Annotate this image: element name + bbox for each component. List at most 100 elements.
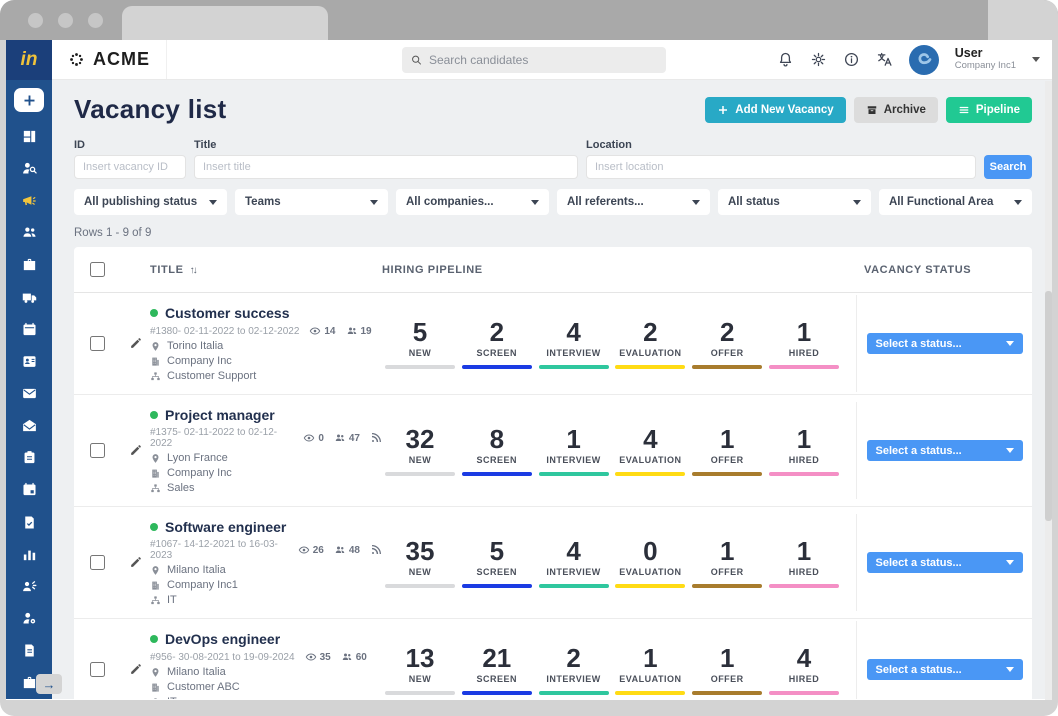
chevron-down-icon <box>1006 560 1014 565</box>
window-dot-2[interactable] <box>58 13 73 28</box>
user-name: User <box>955 47 1016 61</box>
window-dot-1[interactable] <box>28 13 43 28</box>
row-checkbox[interactable] <box>90 555 105 570</box>
sidebar-item-reports[interactable] <box>6 538 52 570</box>
companies-dropdown[interactable]: All companies... <box>396 189 549 215</box>
info-icon[interactable] <box>843 51 860 68</box>
stage-count: 5 <box>382 319 458 345</box>
vacancy-title[interactable]: DevOps engineer <box>165 631 280 647</box>
location-pin-icon <box>150 667 161 678</box>
stage-count: 1 <box>766 538 842 564</box>
app-logo[interactable]: in <box>6 40 52 80</box>
add-new-vacancy-label: Add New Vacancy <box>735 104 833 116</box>
select-all-checkbox[interactable] <box>90 262 105 277</box>
chevron-down-icon[interactable] <box>1032 57 1040 62</box>
sidebar-item-user-settings[interactable] <box>6 602 52 634</box>
window-dot-3[interactable] <box>88 13 103 28</box>
stage-label: EVALUATION <box>612 455 688 465</box>
stage-label: OFFER <box>689 674 765 684</box>
location-input[interactable] <box>586 155 976 179</box>
sidebar-item-candidate-search[interactable] <box>6 153 52 185</box>
edit-button[interactable] <box>120 337 150 350</box>
row-checkbox[interactable] <box>90 443 105 458</box>
publishing-status-dropdown[interactable]: All publishing status <box>74 189 227 215</box>
teams-dropdown[interactable]: Teams <box>235 189 388 215</box>
pipeline-stage-new: 32NEW <box>382 426 458 476</box>
vacancy-title[interactable]: Software engineer <box>165 519 286 535</box>
id-input[interactable] <box>74 155 186 179</box>
scrollbar[interactable] <box>1045 81 1052 700</box>
hiring-pipeline: 5NEW 2SCREEN 4INTERVIEW 2EVALUATION 2OFF… <box>382 319 856 369</box>
pipeline-stage-evaluation: 0EVALUATION <box>612 538 688 588</box>
sidebar-expand-button[interactable]: → <box>36 674 62 694</box>
sidebar-item-documents[interactable] <box>6 635 52 667</box>
stage-count: 1 <box>689 538 765 564</box>
sidebar-item-tasks[interactable] <box>6 506 52 538</box>
stage-label: EVALUATION <box>612 348 688 358</box>
search-input[interactable] <box>429 53 658 67</box>
sidebar-item-inbox[interactable] <box>6 377 52 409</box>
vacancy-title[interactable]: Customer success <box>165 305 290 321</box>
sidebar-item-referrals[interactable] <box>6 570 52 602</box>
add-new-vacancy-button[interactable]: Add New Vacancy <box>705 97 845 123</box>
functional-area-dropdown[interactable]: All Functional Area <box>879 189 1032 215</box>
select-status-dropdown[interactable]: Select a status... <box>867 333 1023 354</box>
translate-icon[interactable] <box>876 51 893 68</box>
pipeline-stage-screen: 2SCREEN <box>459 319 535 369</box>
stage-label: SCREEN <box>459 455 535 465</box>
user-block[interactable]: User Company Inc1 <box>955 47 1016 71</box>
row-checkbox[interactable] <box>90 662 105 677</box>
sidebar-item-vacancies[interactable] <box>6 249 52 281</box>
stage-underline <box>539 691 609 695</box>
sidebar-item-notes[interactable] <box>6 442 52 474</box>
edit-button[interactable] <box>120 663 150 676</box>
sidebar-add-button[interactable] <box>14 88 44 112</box>
browser-tab[interactable] <box>122 6 328 40</box>
stage-underline <box>539 365 609 369</box>
bell-icon[interactable] <box>777 51 794 68</box>
sidebar-item-calendar[interactable] <box>6 313 52 345</box>
select-status-dropdown[interactable]: Select a status... <box>867 552 1023 573</box>
stage-label: NEW <box>382 674 458 684</box>
search-button[interactable]: Search <box>984 155 1032 179</box>
status-dropdown[interactable]: All status <box>718 189 871 215</box>
select-status-dropdown[interactable]: Select a status... <box>867 440 1023 461</box>
stage-label: EVALUATION <box>612 674 688 684</box>
pipeline-button[interactable]: Pipeline <box>946 97 1032 123</box>
sort-icon[interactable]: ↑↓ <box>190 265 196 276</box>
gear-icon[interactable] <box>810 51 827 68</box>
candidate-search-icon <box>21 160 38 177</box>
stage-label: OFFER <box>689 567 765 577</box>
stage-underline <box>692 584 762 588</box>
referents-dropdown[interactable]: All referents... <box>557 189 710 215</box>
sidebar-item-mail-open[interactable] <box>6 410 52 442</box>
sidebar-item-transport[interactable] <box>6 281 52 313</box>
stage-label: HIRED <box>766 567 842 577</box>
sidebar-item-candidates[interactable] <box>6 217 52 249</box>
sidebar-item-campaigns[interactable] <box>6 185 52 217</box>
stage-underline <box>615 584 685 588</box>
stage-underline <box>692 365 762 369</box>
scrollbar-thumb[interactable] <box>1045 291 1052 521</box>
sidebar-item-dashboard[interactable] <box>6 120 52 152</box>
select-status-dropdown[interactable]: Select a status... <box>867 659 1023 680</box>
sidebar-item-schedule[interactable] <box>6 474 52 506</box>
dropdown-label: All referents... <box>567 196 644 208</box>
archive-button[interactable]: Archive <box>854 97 938 123</box>
title-column-header[interactable]: TITLE↑↓ <box>150 264 382 276</box>
sidebar-item-contacts[interactable] <box>6 345 52 377</box>
stage-label: OFFER <box>689 455 765 465</box>
location-label: Location <box>586 139 976 151</box>
pipeline-stage-offer: 1OFFER <box>689 645 765 695</box>
users-icon <box>21 224 38 241</box>
global-search[interactable] <box>402 47 666 73</box>
stage-count: 4 <box>536 319 612 345</box>
edit-button[interactable] <box>120 556 150 569</box>
stage-underline <box>615 472 685 476</box>
vacancy-title[interactable]: Project manager <box>165 407 275 423</box>
brand[interactable]: ACME <box>52 40 167 79</box>
title-input[interactable] <box>194 155 578 179</box>
row-checkbox[interactable] <box>90 336 105 351</box>
edit-button[interactable] <box>120 444 150 457</box>
avatar[interactable] <box>909 45 939 75</box>
